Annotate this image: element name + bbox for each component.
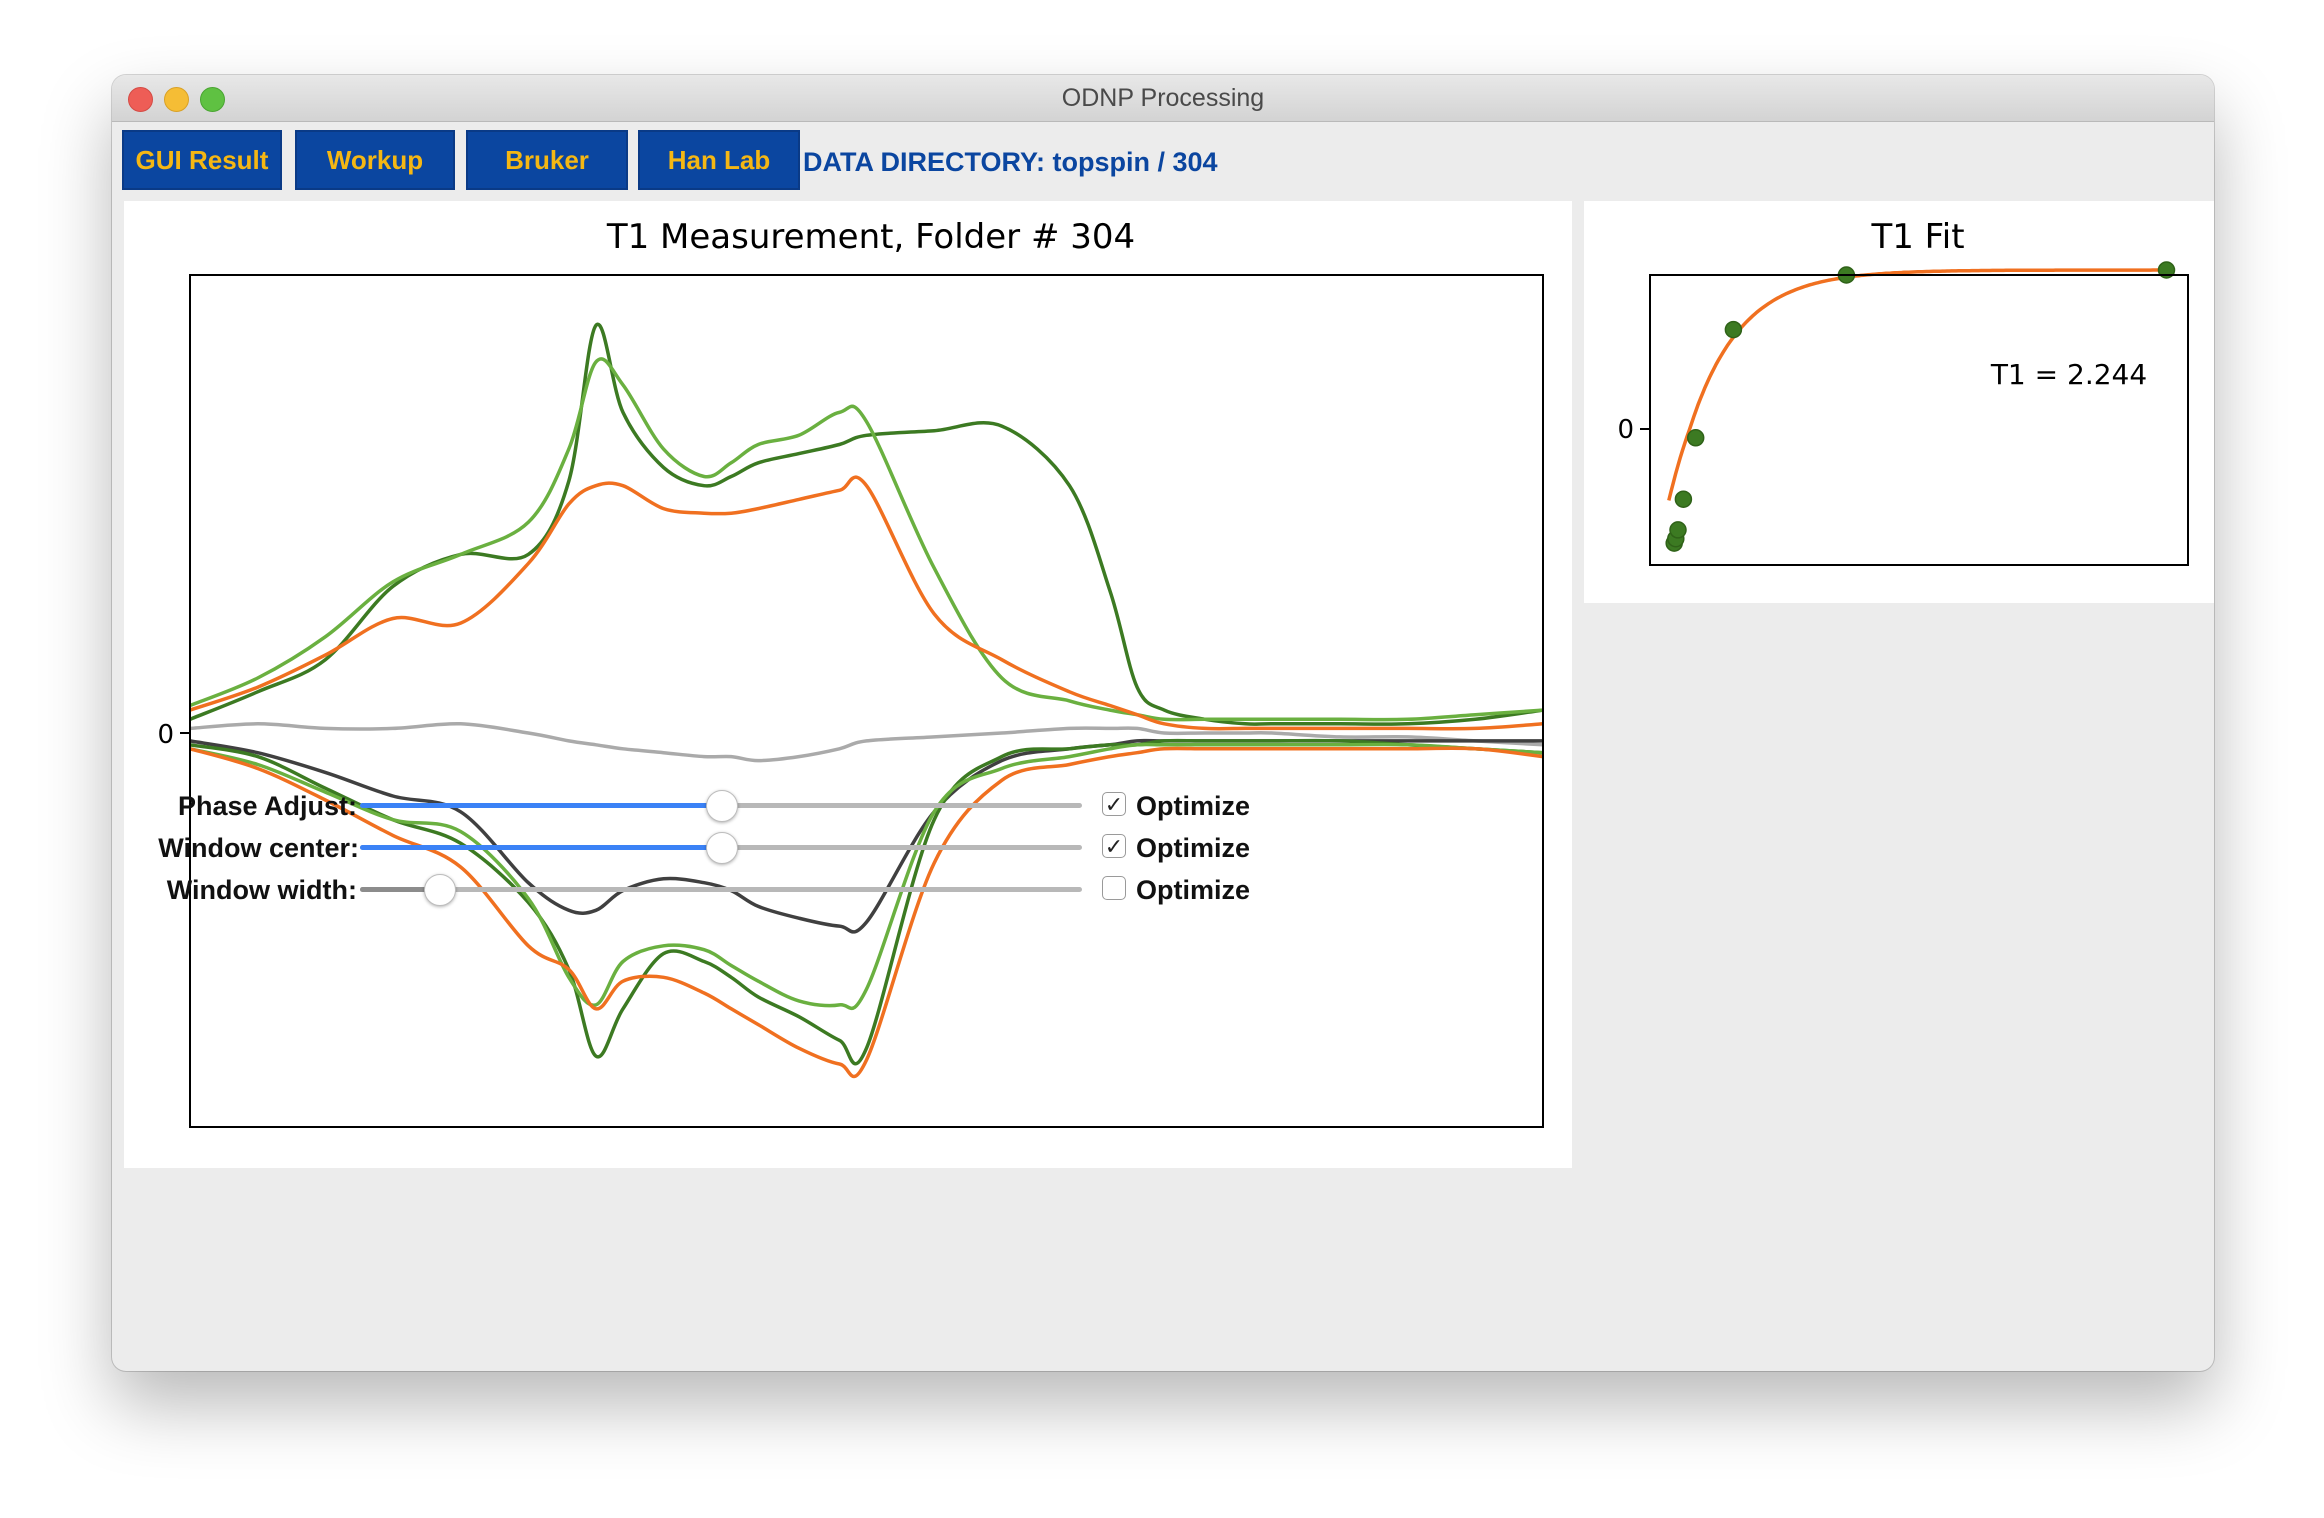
phase-adjust-label: Phase Adjust: bbox=[177, 791, 357, 821]
title-bar[interactable]: ODNP Processing bbox=[112, 75, 2214, 122]
fit-data-point-2 bbox=[1669, 521, 1687, 539]
fit-data-point-5 bbox=[1724, 320, 1743, 339]
window-width-optimize-checkbox[interactable] bbox=[1102, 876, 1126, 900]
t1-fit-chart-panel: T1 Fit 0 T1 = 2.244 bbox=[1584, 201, 2214, 603]
window-width-optimize-label: Optimize bbox=[1136, 875, 1251, 905]
data-directory-label: DATA DIRECTORY: topspin / 304 bbox=[803, 147, 1218, 177]
phase-adjust-optimize-label: Optimize bbox=[1136, 791, 1251, 821]
main-chart-frame bbox=[189, 274, 1544, 1128]
main-y-tick-label-0: 0 bbox=[157, 720, 174, 750]
phase-adjust-slider-knob[interactable] bbox=[706, 790, 738, 822]
fit-chart-title: T1 Fit bbox=[1870, 217, 1964, 257]
window-center-label: Window center: bbox=[158, 833, 359, 863]
main-series-line-0 bbox=[189, 322, 1544, 726]
fit-y-tick-label-0: 0 bbox=[1617, 415, 1634, 445]
t1-value-annotation: T1 = 2.244 bbox=[1990, 358, 2147, 391]
window-center-optimize-checkbox[interactable]: ✓ bbox=[1102, 834, 1126, 859]
t1-fit-chart: T1 Fit 0 T1 = 2.244 bbox=[1617, 217, 2189, 566]
workup-button[interactable]: Workup bbox=[295, 130, 455, 190]
window-center-slider[interactable] bbox=[360, 832, 1082, 864]
window-center-optimize-label: Optimize bbox=[1136, 833, 1251, 863]
window-center-slider-fill bbox=[360, 845, 721, 850]
han-lab-button[interactable]: Han Lab bbox=[638, 130, 800, 190]
window-center-slider-knob[interactable] bbox=[706, 832, 738, 864]
window-width-label: Window width: bbox=[166, 875, 357, 905]
window-title: ODNP Processing bbox=[1061, 84, 1265, 112]
window-width-slider[interactable] bbox=[360, 874, 1082, 906]
t1-measurement-chart: T1 Measurement, Folder # 304 0 bbox=[157, 217, 1544, 1128]
main-series-line-1 bbox=[189, 357, 1544, 722]
phase-adjust-slider-fill bbox=[360, 803, 721, 808]
fit-data-point-4 bbox=[1686, 429, 1705, 447]
phase-adjust-slider[interactable] bbox=[360, 790, 1082, 822]
t1-measurement-chart-panel: T1 Measurement, Folder # 304 0 bbox=[124, 201, 1572, 1168]
gui-result-button[interactable]: GUI Result bbox=[122, 130, 282, 190]
app-window: ODNP Processing GUI Result Workup Bruker… bbox=[112, 75, 2214, 1371]
main-series-line-2 bbox=[189, 475, 1544, 731]
fit-chart-frame bbox=[1649, 274, 2189, 566]
main-chart-title: T1 Measurement, Folder # 304 bbox=[606, 217, 1135, 257]
fit-chart-series bbox=[1665, 261, 2176, 552]
bruker-button[interactable]: Bruker bbox=[466, 130, 628, 190]
phase-adjust-optimize-checkbox[interactable]: ✓ bbox=[1102, 792, 1126, 817]
main-chart-series bbox=[189, 322, 1544, 1079]
main-series-line-5 bbox=[189, 738, 1544, 1066]
main-series-line-6 bbox=[189, 742, 1544, 1011]
fit-data-point-3 bbox=[1674, 490, 1693, 508]
